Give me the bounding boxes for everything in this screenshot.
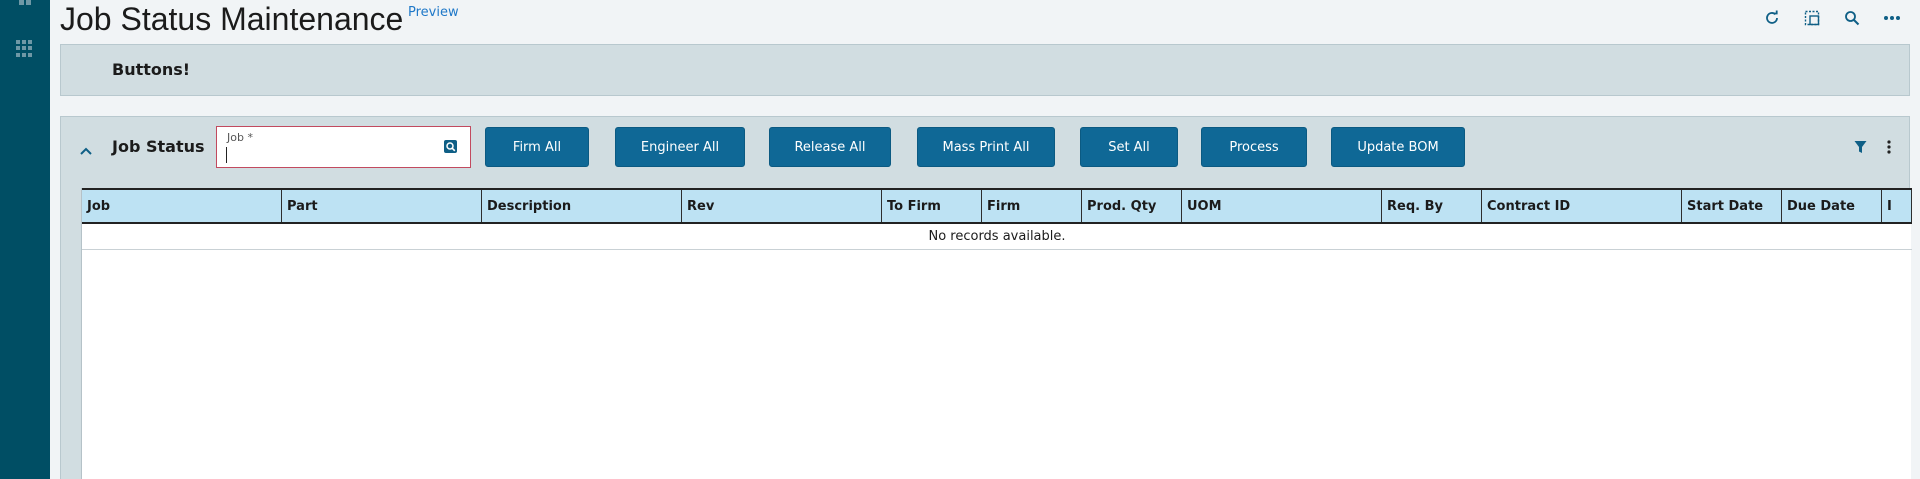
column-header-prod-qty[interactable]: Prod. Qty — [1082, 190, 1182, 222]
column-header-description[interactable]: Description — [482, 190, 682, 222]
window-icon[interactable] — [1802, 8, 1822, 28]
page-toolbar — [1762, 8, 1902, 28]
process-button[interactable]: Process — [1201, 127, 1307, 167]
engineer-all-button[interactable]: Engineer All — [615, 127, 745, 167]
column-header-due-date[interactable]: Due Date — [1782, 190, 1882, 222]
apps-grid-icon[interactable] — [16, 40, 33, 57]
job-field[interactable]: Job * — [216, 126, 471, 168]
set-all-button[interactable]: Set All — [1080, 127, 1178, 167]
more-icon[interactable] — [1882, 8, 1902, 28]
sidebar — [0, 0, 50, 479]
buttons-panel: Buttons! — [60, 44, 1910, 96]
page-title: Job Status Maintenance — [60, 1, 404, 37]
column-header-firm[interactable]: Firm — [982, 190, 1082, 222]
update-bom-button[interactable]: Update BOM — [1331, 127, 1465, 167]
column-header-extra[interactable]: I — [1882, 190, 1912, 222]
preview-link[interactable]: Preview — [408, 5, 459, 20]
refresh-icon[interactable] — [1762, 8, 1782, 28]
grid-empty-message: No records available. — [82, 224, 1912, 250]
release-all-button[interactable]: Release All — [769, 127, 891, 167]
job-status-panel: Job Status Job * Firm All Engineer All R… — [60, 116, 1912, 479]
column-header-to-firm[interactable]: To Firm — [882, 190, 982, 222]
column-header-start-date[interactable]: Start Date — [1682, 190, 1782, 222]
firm-all-button[interactable]: Firm All — [485, 127, 589, 167]
job-grid: Job Part Description Rev To Firm Firm Pr… — [81, 188, 1912, 479]
column-header-part[interactable]: Part — [282, 190, 482, 222]
column-header-contract-id[interactable]: Contract ID — [1482, 190, 1682, 222]
grid-header: Job Part Description Rev To Firm Firm Pr… — [82, 188, 1912, 224]
buttons-panel-title: Buttons! — [112, 60, 191, 79]
home-icon[interactable] — [19, 0, 31, 6]
job-input[interactable] — [226, 147, 426, 163]
kebab-menu-icon[interactable] — [1887, 139, 1891, 158]
search-icon[interactable] — [1842, 8, 1862, 28]
job-field-label: Job * — [227, 131, 253, 144]
column-header-job[interactable]: Job — [82, 190, 282, 222]
mass-print-all-button[interactable]: Mass Print All — [917, 127, 1055, 167]
column-header-uom[interactable]: UOM — [1182, 190, 1382, 222]
job-status-title: Job Status — [112, 137, 205, 156]
search-lookup-icon[interactable] — [443, 139, 458, 158]
column-header-rev[interactable]: Rev — [682, 190, 882, 222]
chevron-up-icon[interactable] — [79, 141, 93, 160]
column-header-req-by[interactable]: Req. By — [1382, 190, 1482, 222]
filter-icon[interactable] — [1854, 139, 1867, 158]
panel-tools — [1854, 139, 1891, 158]
